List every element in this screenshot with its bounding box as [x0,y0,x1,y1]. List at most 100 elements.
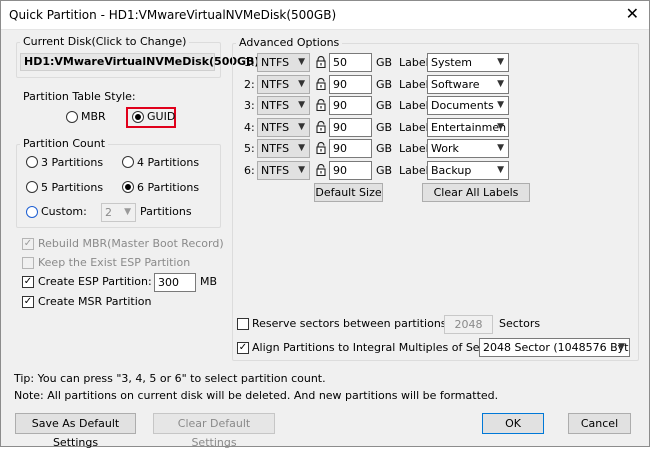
note-text: Note: All partitions on current disk wil… [14,389,499,402]
partition-label-select[interactable]: Documents ▼ [427,96,509,115]
align-sectors-select[interactable]: 2048 Sector (1048576 Byte) ▼ [479,338,630,357]
advanced-options-label: Advanced Options [236,36,343,49]
title-bar: Quick Partition - HD1:VMwareVirtualNVMeD… [1,1,649,30]
quick-partition-dialog: Quick Partition - HD1:VMwareVirtualNVMeD… [0,0,650,449]
create-esp-checkbox[interactable]: ✓ [22,276,34,288]
window-title: Quick Partition - HD1:VMwareVirtualNVMeD… [9,8,337,22]
lock-icon[interactable] [315,56,327,68]
partition-size-input[interactable]: 90 [329,96,372,115]
unlock-icon[interactable] [315,121,327,133]
five-partitions-radio[interactable] [26,181,38,193]
five-partitions-label: 5 Partitions [41,181,104,194]
chevron-down-icon: ▼ [497,122,504,132]
clear-default-settings-button[interactable]: Clear Default Settings [153,413,275,449]
custom-count-value: 2 [105,206,112,219]
filesystem-select[interactable]: NTFS ▼ [257,75,310,94]
partition-index: 4: [244,121,255,134]
partition-count-label: Partition Count [20,137,109,150]
filesystem-value: NTFS [261,99,290,112]
unlock-icon[interactable] [315,164,327,176]
partition-index: 2: [244,78,255,91]
size-unit-label: GB [376,56,393,69]
current-disk-value[interactable]: HD1:VMwareVirtualNVMeDisk(500GB) [20,53,259,71]
default-size-button[interactable]: Default Size [314,183,383,202]
size-unit-label: GB [376,121,393,134]
cancel-button[interactable]: Cancel [568,413,631,434]
mbr-label: MBR [81,110,106,123]
partition-label-value: Work [431,142,459,155]
filesystem-select[interactable]: NTFS ▼ [257,139,310,158]
chevron-down-icon: ▼ [497,79,504,89]
custom-partitions-radio[interactable] [26,206,38,218]
close-icon[interactable]: ✕ [626,6,639,22]
three-partitions-radio[interactable] [26,156,38,168]
align-sectors-value: 2048 Sector (1048576 Byte) [483,341,630,354]
filesystem-select[interactable]: NTFS ▼ [257,53,310,72]
chevron-down-icon: ▼ [497,143,504,153]
partition-label-value: Backup [431,164,472,177]
current-disk-label: Current Disk(Click to Change) [20,35,190,48]
save-as-default-button[interactable]: Save As Default Settings [15,413,136,449]
chevron-down-icon: ▼ [497,165,504,175]
esp-unit-label: MB [200,275,218,288]
align-partitions-checkbox[interactable]: ✓ [237,342,249,354]
reserve-sectors-checkbox[interactable] [237,318,249,330]
partition-size-input[interactable]: 90 [329,161,372,180]
partition-table-style-label: Partition Table Style: [23,90,136,103]
custom-count-select[interactable]: 2 ▼ [101,203,136,222]
six-partitions-label: 6 Partitions [137,181,200,194]
partition-size-input[interactable]: 90 [329,139,372,158]
ok-button[interactable]: OK [482,413,544,434]
chevron-down-icon: ▼ [497,100,504,110]
rebuild-mbr-label: Rebuild MBR(Master Boot Record) [38,237,224,250]
chevron-down-icon: ▼ [618,342,625,352]
partition-size-input[interactable]: 90 [329,75,372,94]
chevron-down-icon: ▼ [124,207,131,217]
partition-label-value: Documents [431,99,494,112]
filesystem-value: NTFS [261,56,290,69]
create-msr-checkbox[interactable]: ✓ [22,296,34,308]
chevron-down-icon: ▼ [298,79,305,89]
reserve-sectors-label: Reserve sectors between partitions: [252,317,451,330]
chevron-down-icon: ▼ [298,57,305,67]
mbr-radio[interactable] [66,111,78,123]
chevron-down-icon: ▼ [497,57,504,67]
chevron-down-icon: ▼ [298,143,305,153]
size-unit-label: GB [376,142,393,155]
size-unit-label: GB [376,164,393,177]
chevron-down-icon: ▼ [298,165,305,175]
partition-label-value: Entertainmen [431,121,507,134]
partition-size-input[interactable]: 90 [329,118,372,137]
custom-partitions-suffix: Partitions [140,205,192,218]
clear-all-labels-button[interactable]: Clear All Labels [422,183,530,202]
rebuild-mbr-checkbox[interactable]: ✓ [22,238,34,250]
six-partitions-radio[interactable] [122,181,134,193]
partition-label-select[interactable]: System ▼ [427,53,509,72]
filesystem-select[interactable]: NTFS ▼ [257,161,310,180]
four-partitions-radio[interactable] [122,156,134,168]
guid-label: GUID [147,110,176,123]
filesystem-select[interactable]: NTFS ▼ [257,118,310,137]
unlock-icon[interactable] [315,78,327,90]
partition-label-select[interactable]: Backup ▼ [427,161,509,180]
align-partitions-label: Align Partitions to Integral Multiples o… [252,341,511,354]
partition-label-select[interactable]: Work ▼ [427,139,509,158]
reserve-sectors-unit: Sectors [499,317,541,330]
guid-radio[interactable] [132,111,144,123]
four-partitions-label: 4 Partitions [137,156,200,169]
partition-label-select[interactable]: Entertainmen ▼ [427,118,509,137]
reserve-sectors-input[interactable]: 2048 [444,315,493,334]
filesystem-value: NTFS [261,142,290,155]
partition-label-select[interactable]: Software ▼ [427,75,509,94]
custom-label: Custom: [41,205,87,218]
keep-esp-checkbox[interactable] [22,257,34,269]
filesystem-select[interactable]: NTFS ▼ [257,96,310,115]
unlock-icon[interactable] [315,99,327,111]
partition-size-input[interactable]: 50 [329,53,372,72]
esp-size-input[interactable]: 300 [154,273,196,292]
filesystem-value: NTFS [261,121,290,134]
unlock-icon[interactable] [315,142,327,154]
partition-label-value: Software [431,78,480,91]
partition-index: 3: [244,99,255,112]
partition-index: 6: [244,164,255,177]
